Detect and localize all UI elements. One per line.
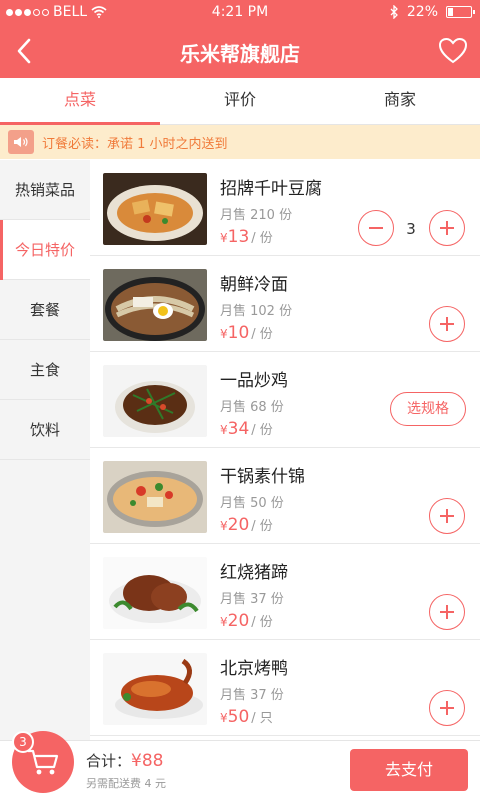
dish-price: ¥50/ 只 — [220, 707, 273, 727]
bluetooth-icon — [390, 5, 398, 19]
dish-sales: 月售 50 份 — [220, 496, 284, 511]
price-unit: / 份 — [251, 327, 273, 342]
dish-photo — [103, 461, 207, 533]
price-value: 13 — [227, 227, 250, 247]
currency-symbol: ¥ — [220, 231, 228, 245]
price-unit: / 只 — [251, 711, 273, 726]
price-value: 20 — [227, 515, 250, 535]
notice-text: 订餐必读：承诺 1 小时之内送到 — [42, 136, 228, 152]
sidebar-item-today-special[interactable]: 今日特价 — [0, 220, 90, 280]
add-button[interactable] — [429, 210, 465, 246]
sidebar-item-set-meal[interactable]: 套餐 — [0, 280, 90, 340]
cart-icon — [28, 749, 59, 775]
price-unit: / 份 — [251, 231, 273, 246]
cart-count-badge: 3 — [12, 731, 34, 753]
dish-price: ¥20/ 份 — [220, 515, 273, 535]
dish-price: ¥13/ 份 — [220, 227, 273, 247]
dish-name: 北京烤鸭 — [220, 659, 288, 679]
speaker-icon — [8, 130, 34, 154]
currency-symbol: ¥ — [220, 711, 228, 725]
dish-photo — [103, 269, 207, 341]
dish-row: 一品炒鸡 月售 68 份 ¥34/ 份 选规格 — [90, 352, 480, 448]
battery-percent: 22% — [406, 4, 438, 20]
dish-sales: 月售 37 份 — [220, 592, 284, 607]
store-title: 乐米帮旗舰店 — [180, 42, 300, 66]
add-button[interactable] — [429, 690, 465, 726]
dish-row: 干锅素什锦 月售 50 份 ¥20/ 份 — [90, 448, 480, 544]
dish-sales: 月售 68 份 — [220, 400, 284, 415]
price-unit: / 份 — [251, 423, 273, 438]
dish-price: ¥34/ 份 — [220, 419, 273, 439]
plus-icon — [440, 221, 454, 235]
price-unit: / 份 — [251, 615, 273, 630]
status-bar: BELL 4:21 PM 22% — [0, 0, 480, 24]
add-button[interactable] — [429, 594, 465, 630]
dish-price: ¥10/ 份 — [220, 323, 273, 343]
dish-sales: 月售 37 份 — [220, 688, 284, 703]
price-value: 10 — [227, 323, 250, 343]
sidebar-item-hot[interactable]: 热销菜品 — [0, 160, 90, 220]
dish-photo — [103, 173, 207, 245]
delivery-fee-note: 另需配送费 4 元 — [86, 777, 166, 790]
dish-photo — [103, 653, 207, 725]
dish-name: 朝鲜冷面 — [220, 275, 288, 295]
price-value: 34 — [227, 419, 250, 439]
price-unit: / 份 — [251, 519, 273, 534]
dish-row: 红烧猪蹄 月售 37 份 ¥20/ 份 — [90, 544, 480, 640]
add-button[interactable] — [429, 498, 465, 534]
tab-order[interactable]: 点菜 — [0, 78, 160, 125]
checkout-bar: 3 合计：¥88 另需配送费 4 元 去支付 — [0, 731, 480, 801]
dish-row: 北京烤鸭 月售 37 份 ¥50/ 只 — [90, 640, 480, 736]
total-amount: 88 — [141, 751, 164, 771]
tab-merchant[interactable]: 商家 — [320, 78, 480, 124]
dish-price: ¥20/ 份 — [220, 611, 273, 631]
dish-sales: 月售 210 份 — [220, 208, 293, 223]
minus-icon — [369, 227, 383, 229]
heart-icon[interactable] — [438, 36, 468, 66]
dish-name: 招牌千叶豆腐 — [220, 179, 322, 199]
notice-banner: 订餐必读：承诺 1 小时之内送到 — [0, 125, 480, 159]
category-sidebar: 热销菜品 今日特价 套餐 主食 饮料 — [0, 160, 90, 740]
currency-symbol: ¥ — [220, 615, 228, 629]
dish-list: 招牌千叶豆腐 月售 210 份 ¥13/ 份 3 朝鲜冷面 月售 102 份 ¥… — [90, 160, 480, 740]
sidebar-item-drinks[interactable]: 饮料 — [0, 400, 90, 460]
choose-spec-button[interactable]: 选规格 — [390, 392, 466, 426]
dish-photo — [103, 365, 207, 437]
dish-name: 干锅素什锦 — [220, 467, 305, 487]
dish-sales: 月售 102 份 — [220, 304, 293, 319]
decrease-quantity-button[interactable] — [358, 210, 394, 246]
plus-icon — [440, 317, 454, 331]
nav-bar: 乐米帮旗舰店 — [0, 24, 480, 78]
dish-photo — [103, 557, 207, 629]
pay-button[interactable]: 去支付 — [350, 749, 468, 791]
plus-icon — [440, 605, 454, 619]
plus-icon — [440, 509, 454, 523]
currency-symbol: ¥ — [220, 423, 228, 437]
currency-symbol: ¥ — [220, 327, 228, 341]
currency-symbol: ¥ — [220, 519, 228, 533]
dish-row: 朝鲜冷面 月售 102 份 ¥10/ 份 — [90, 256, 480, 352]
tab-reviews[interactable]: 评价 — [160, 78, 320, 124]
order-total: 合计：¥88 — [86, 750, 163, 771]
battery-icon — [446, 6, 475, 18]
plus-icon — [440, 701, 454, 715]
quantity-value: 3 — [406, 220, 416, 238]
price-value: 50 — [227, 707, 250, 727]
add-button[interactable] — [429, 306, 465, 342]
dish-name: 红烧猪蹄 — [220, 563, 288, 583]
sidebar-item-staple[interactable]: 主食 — [0, 340, 90, 400]
total-label: 合计： — [86, 752, 132, 770]
dish-row: 招牌千叶豆腐 月售 210 份 ¥13/ 份 3 — [90, 160, 480, 256]
tab-bar: 点菜 评价 商家 — [0, 78, 480, 125]
price-value: 20 — [227, 611, 250, 631]
total-currency: ¥ — [131, 751, 142, 771]
dish-name: 一品炒鸡 — [220, 371, 288, 391]
